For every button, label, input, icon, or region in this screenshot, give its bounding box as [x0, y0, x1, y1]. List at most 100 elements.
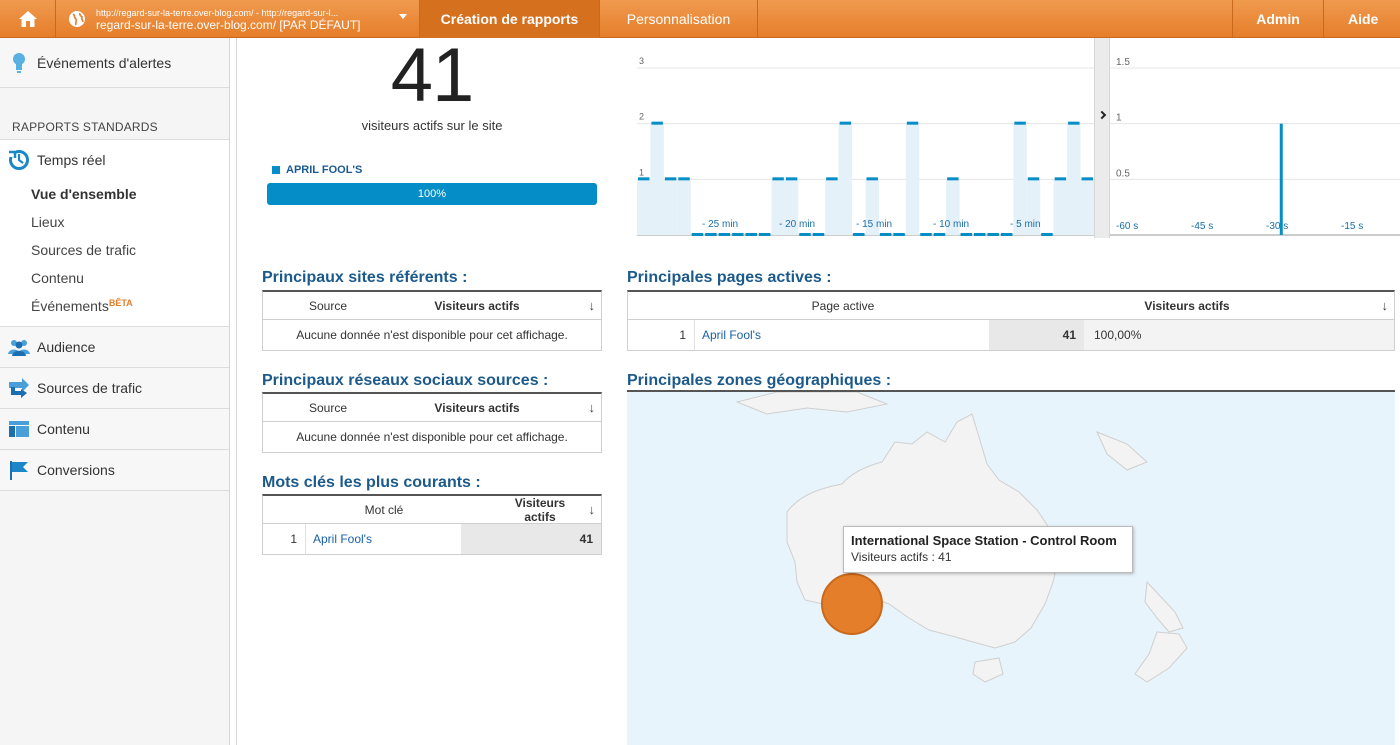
sort-arrow-icon[interactable]: ↓	[1382, 298, 1389, 313]
x-tick-label: -60 s	[1116, 221, 1138, 232]
sidebar-subitem-locations[interactable]: Lieux	[0, 208, 229, 236]
y-tick-label: 2	[639, 112, 644, 122]
sidebar-item-label: Temps réel	[37, 152, 106, 168]
sidebar-item-conversions[interactable]: Conversions	[0, 450, 229, 491]
bar-cap	[785, 177, 798, 181]
page-value: 41	[989, 320, 1084, 350]
bar-fill	[1080, 179, 1094, 235]
sidebar-item-label: Contenu	[37, 421, 90, 437]
bar-cap	[893, 233, 905, 236]
bar-cap	[705, 233, 717, 236]
location-bubble[interactable]	[821, 573, 883, 635]
sidebar-item-traffic[interactable]: Sources de trafic	[0, 368, 229, 409]
bar-cap	[1081, 177, 1093, 181]
y-tick-label: 1.5	[1116, 57, 1130, 68]
tab-customization[interactable]: Personnalisation	[600, 0, 758, 38]
table-row: 1 April Fool's 41	[263, 524, 601, 554]
col-keyword[interactable]: Mot clé	[263, 503, 505, 517]
home-button[interactable]	[0, 0, 56, 38]
active-visitors-count: 41	[390, 33, 475, 118]
chart-collapse-handle[interactable]	[1094, 38, 1110, 238]
bar-cap	[758, 233, 771, 236]
sort-arrow-icon[interactable]: ↓	[589, 298, 596, 313]
sidebar-item-realtime[interactable]: Temps réel	[0, 140, 229, 180]
map-tooltip: International Space Station - Control Ro…	[843, 526, 1133, 573]
col-page[interactable]: Page active	[628, 299, 1058, 313]
y-tick-label: 1	[639, 167, 644, 177]
bar-cap	[1000, 233, 1013, 236]
geo-title: Principales zones géographiques :	[627, 372, 892, 389]
col-visitors[interactable]: Visiteurs actifs	[393, 401, 561, 415]
bar-cap	[1068, 121, 1080, 125]
sidebar-subitem-events[interactable]: ÉvénementsBÊTA	[0, 292, 229, 320]
x-tick-label: - 5 min	[1010, 219, 1041, 230]
keyword-link[interactable]: April Fool's	[306, 524, 461, 554]
bar-cap	[826, 177, 838, 181]
bar-fill	[1053, 179, 1068, 235]
bar-cap	[906, 121, 919, 125]
bar-cap	[853, 233, 865, 236]
keywords-title: Mots clés les plus courants :	[262, 474, 481, 491]
sidebar-item-label: Événements d'alertes	[37, 54, 172, 71]
sidebar-subitem-content[interactable]: Contenu	[0, 264, 229, 292]
tab-help[interactable]: Aide	[1324, 0, 1400, 38]
sidebar-item-label: Sources de trafic	[37, 380, 143, 396]
row-number: 1	[263, 524, 306, 554]
sidebar-item-label: Conversions	[37, 462, 115, 478]
sort-arrow-icon[interactable]: ↓	[589, 502, 596, 517]
sidebar-item-label: Audience	[37, 339, 96, 355]
page-link[interactable]: April Fool's	[695, 320, 989, 350]
table-header: Mot clé Visiteurs actifs ↓	[263, 496, 601, 524]
col-visitors[interactable]: Visiteurs actifs	[393, 299, 561, 313]
content-divider	[236, 38, 237, 745]
sidebar-item-audience[interactable]: Audience	[0, 327, 229, 368]
sidebar-item-content[interactable]: Contenu	[0, 409, 229, 450]
sidebar: Événements d'alertes RAPPORTS STANDARDS …	[0, 38, 230, 745]
active-visitors-label: visiteurs actifs sur le site	[361, 118, 503, 133]
bar-cap	[772, 177, 784, 181]
table-header: Source Visiteurs actifs ↓	[263, 394, 601, 422]
row-number: 1	[628, 320, 695, 350]
bar-fill	[825, 179, 839, 235]
bar-fill	[637, 179, 651, 235]
y-tick-label: 0.5	[1116, 168, 1130, 179]
col-source[interactable]: Source	[263, 401, 393, 415]
referrers-table: Source Visiteurs actifs ↓ Aucune donnée …	[262, 290, 602, 351]
sidebar-subitem-traffic[interactable]: Sources de trafic	[0, 236, 229, 264]
bar-cap	[732, 233, 744, 236]
home-icon	[18, 11, 37, 27]
empty-message: Aucune donnée n'est disponible pour cet …	[296, 328, 568, 342]
globe-icon	[69, 11, 85, 27]
sidebar-item-alerts[interactable]: Événements d'alertes	[0, 38, 229, 88]
realtime-submenu: Vue d'ensemble Lieux Sources de trafic C…	[0, 180, 229, 327]
account-view: regard-sur-la-terre.over-blog.com/ [PAR …	[96, 18, 361, 32]
flag-icon	[8, 459, 30, 481]
sort-arrow-icon[interactable]: ↓	[589, 400, 596, 415]
x-tick-label: -30 s	[1266, 221, 1288, 232]
col-source[interactable]: Source	[263, 299, 393, 313]
bar-cap	[799, 233, 811, 236]
bar-cap	[664, 177, 677, 181]
sidebar-subitem-label: Événements	[31, 298, 109, 314]
tab-admin[interactable]: Admin	[1232, 0, 1324, 38]
bar-fill	[1067, 123, 1081, 235]
bar-fill	[650, 123, 664, 235]
bar-cap	[933, 233, 946, 236]
bar-cap	[812, 233, 825, 236]
sidebar-subitem-overview[interactable]: Vue d'ensemble	[0, 180, 229, 208]
x-tick-label: -15 s	[1341, 221, 1363, 232]
tooltip-value: Visiteurs actifs : 41	[851, 550, 952, 564]
pages-table: Page active Visiteurs actifs ↓ 1 April F…	[627, 290, 1395, 351]
bar-cap	[651, 121, 663, 125]
progress-bar-label: 100%	[417, 188, 447, 200]
col-visitors[interactable]: Visiteurs actifs	[1058, 299, 1316, 313]
social-title: Principaux réseaux sociaux sources :	[262, 372, 549, 389]
col-visitors[interactable]: Visiteurs actifs	[505, 496, 575, 524]
chevron-right-icon	[1097, 110, 1107, 120]
progress-bar: 100%	[267, 183, 597, 205]
bar-cap	[839, 121, 852, 125]
spike-bar	[1279, 123, 1283, 235]
bar-cap	[678, 177, 690, 181]
legend-swatch	[272, 166, 280, 174]
